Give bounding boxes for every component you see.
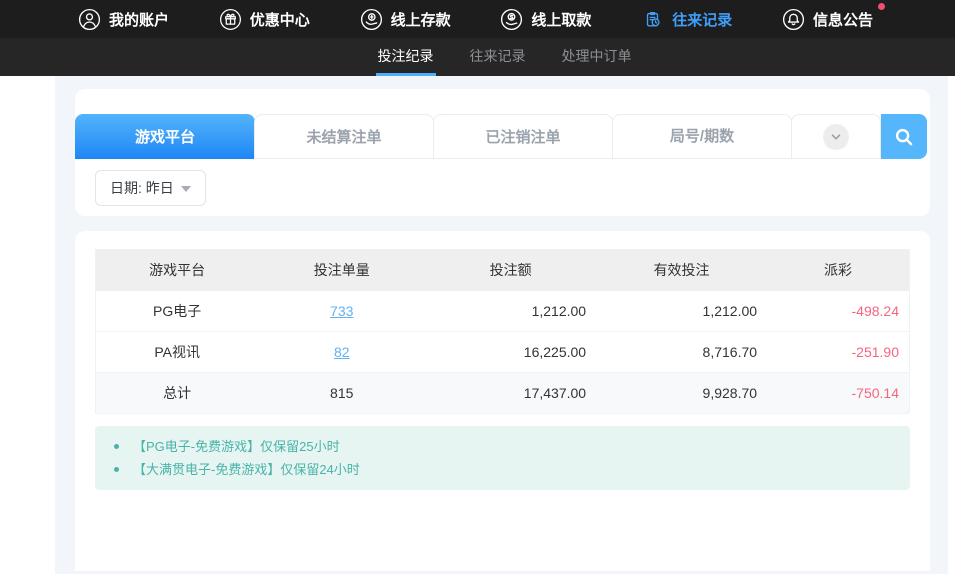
- filter-tab-row: 游戏平台 未结算注单 已注销注单: [75, 114, 930, 159]
- total-bet-count: 815: [258, 373, 425, 414]
- top-navbar: 我的账户 优惠中心 线上存款 线上取款: [0, 0, 955, 38]
- note-text: 【大满贯电子-免费游戏】仅保留24小时: [133, 458, 360, 481]
- subnav-transaction-records[interactable]: 往来记录: [468, 38, 528, 76]
- sub-navbar: 投注纪录 往来记录 处理中订单: [0, 38, 955, 76]
- table-row: PA视讯 82 16,225.00 8,716.70 -251.90: [96, 332, 910, 373]
- header-valid-bets: 有效投注: [596, 250, 767, 291]
- note-line: 【PG电子-免费游戏】仅保留25小时: [95, 435, 910, 458]
- round-number-cell: [612, 114, 792, 159]
- nav-item-my-account[interactable]: 我的账户: [78, 8, 169, 31]
- total-label: 总计: [96, 373, 259, 414]
- nav-item-label: 线上存款: [391, 9, 451, 30]
- cell-valid-bets: 1,212.00: [596, 291, 767, 332]
- date-filter-row: 日期: 昨日: [95, 170, 930, 216]
- tab-game-platform[interactable]: 游戏平台: [75, 114, 255, 159]
- deposit-icon: [360, 8, 383, 31]
- results-card: 游戏平台 投注单量 投注额 有效投注 派彩 PG电子 733 1,212.00 …: [75, 231, 930, 571]
- nav-item-label: 我的账户: [109, 9, 169, 30]
- chevron-down-icon: [823, 124, 849, 150]
- nav-item-records[interactable]: 往来记录: [641, 8, 732, 31]
- nav-item-label: 优惠中心: [250, 9, 310, 30]
- total-valid-bets: 9,928.70: [596, 373, 767, 414]
- bell-icon: [782, 8, 805, 31]
- cell-platform: PG电子: [96, 291, 259, 332]
- page-background: 游戏平台 未结算注单 已注销注单 日期: 昨日: [55, 76, 948, 574]
- header-payout: 派彩: [767, 250, 909, 291]
- tab-cancelled-bets[interactable]: 已注销注单: [433, 114, 613, 159]
- nav-item-label: 线上取款: [531, 9, 591, 30]
- cell-bet-amount: 16,225.00: [425, 332, 596, 373]
- cell-payout: -251.90: [767, 332, 909, 373]
- notes-panel: 【PG电子-免费游戏】仅保留25小时 【大满贯电子-免费游戏】仅保留24小时: [95, 426, 910, 490]
- bullet-icon: [114, 444, 119, 449]
- table-total-row: 总计 815 17,437.00 9,928.70 -750.14: [96, 373, 910, 414]
- nav-item-withdraw[interactable]: 线上取款: [500, 8, 591, 31]
- nav-item-label: 信息公告: [813, 9, 873, 30]
- user-icon: [78, 8, 101, 31]
- bullet-icon: [114, 467, 119, 472]
- cell-valid-bets: 8,716.70: [596, 332, 767, 373]
- filter-card: 游戏平台 未结算注单 已注销注单 日期: 昨日: [75, 89, 930, 216]
- subnav-bet-records[interactable]: 投注纪录: [376, 38, 436, 76]
- cell-platform: PA视讯: [96, 332, 259, 373]
- header-bet-amount: 投注额: [425, 250, 596, 291]
- search-button[interactable]: [881, 114, 927, 159]
- nav-item-deposit[interactable]: 线上存款: [360, 8, 451, 31]
- total-bet-amount: 17,437.00: [425, 373, 596, 414]
- bet-count-link[interactable]: 82: [334, 344, 350, 360]
- cell-payout: -498.24: [767, 291, 909, 332]
- notification-dot: [878, 3, 885, 10]
- platform-dropdown[interactable]: [791, 114, 881, 159]
- subnav-processing-orders[interactable]: 处理中订单: [560, 38, 634, 76]
- table-header-row: 游戏平台 投注单量 投注额 有效投注 派彩: [96, 250, 910, 291]
- records-icon: [641, 8, 664, 31]
- withdraw-icon: [500, 8, 523, 31]
- date-filter-button[interactable]: 日期: 昨日: [95, 170, 206, 206]
- header-platform: 游戏平台: [96, 250, 259, 291]
- note-line: 【大满贯电子-免费游戏】仅保留24小时: [95, 458, 910, 481]
- table-row: PG电子 733 1,212.00 1,212.00 -498.24: [96, 291, 910, 332]
- bet-summary-table: 游戏平台 投注单量 投注额 有效投注 派彩 PG电子 733 1,212.00 …: [95, 249, 910, 414]
- round-number-input[interactable]: [613, 115, 791, 158]
- date-filter-label: 日期: 昨日: [110, 178, 174, 198]
- search-icon: [893, 126, 915, 148]
- nav-item-promotions[interactable]: 优惠中心: [219, 8, 310, 31]
- nav-item-announcements[interactable]: 信息公告: [782, 8, 873, 31]
- note-text: 【PG电子-免费游戏】仅保留25小时: [133, 435, 340, 458]
- nav-item-label: 往来记录: [672, 9, 732, 30]
- gift-icon: [219, 8, 242, 31]
- caret-down-icon: [181, 186, 191, 192]
- cell-bet-amount: 1,212.00: [425, 291, 596, 332]
- bet-count-link[interactable]: 733: [330, 303, 353, 319]
- total-payout: -750.14: [767, 373, 909, 414]
- tab-unsettled-bets[interactable]: 未结算注单: [254, 114, 434, 159]
- header-bet-count: 投注单量: [258, 250, 425, 291]
